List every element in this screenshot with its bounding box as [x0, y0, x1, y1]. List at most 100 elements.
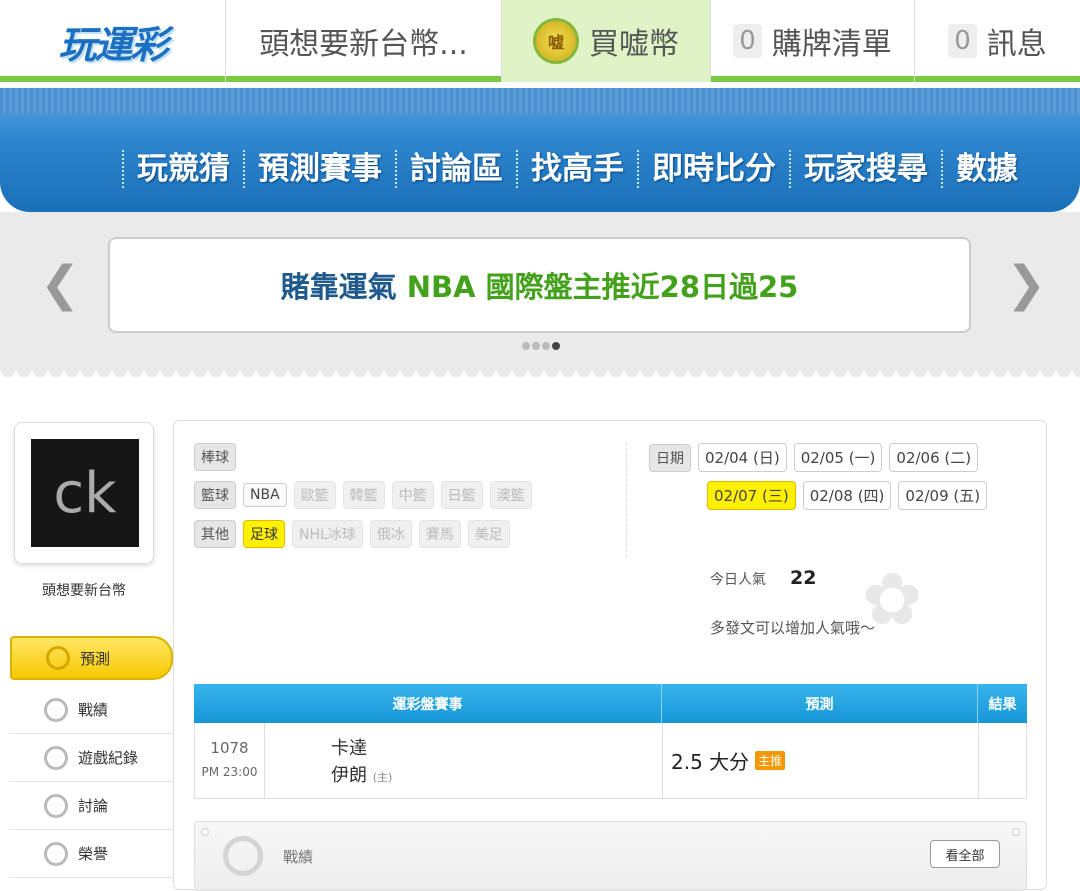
- date-chip-selected[interactable]: 02/07 (三): [707, 481, 796, 510]
- column-header-result: 結果: [988, 696, 1017, 713]
- record-icon: [44, 697, 68, 722]
- main-pick-badge: 主推: [755, 751, 786, 770]
- user-tab-label: 頭想要新台幣...: [259, 27, 468, 62]
- view-all-button[interactable]: 看全部: [930, 840, 1000, 868]
- league-chip-nba[interactable]: NBA: [243, 483, 287, 507]
- match-info: 1078 PM 23:00: [195, 723, 265, 798]
- divider: [626, 443, 627, 557]
- sidebar-item-honor[interactable]: 榮譽: [10, 830, 173, 878]
- target-icon: [223, 836, 263, 876]
- nav-item-forum[interactable]: 討論區: [395, 150, 516, 188]
- nav-item-data[interactable]: 數據: [941, 150, 1031, 188]
- match-time: PM 23:00: [201, 765, 258, 779]
- league-chip: 賽馬: [418, 520, 461, 548]
- cart-label: 購牌清單: [771, 27, 892, 62]
- date-row-2: 02/07 (三) 02/08 (四) 02/09 (五): [707, 481, 994, 510]
- star-icon: [44, 841, 68, 866]
- sidebar-item-label: 預測: [80, 649, 111, 668]
- nav-item-guess[interactable]: 玩競猜: [122, 150, 243, 188]
- pin-icon: [1012, 828, 1020, 836]
- sidebar-item-label: 討論: [78, 797, 109, 815]
- nav-item-predict[interactable]: 預測賽事: [243, 150, 395, 188]
- league-chip: 中籃: [391, 481, 434, 509]
- home-team: 伊朗: [331, 765, 367, 786]
- column-header-prediction: 預測: [662, 684, 978, 723]
- sidebar-item-predict[interactable]: 預測: [10, 636, 173, 680]
- popularity-label: 今日人氣: [710, 572, 766, 588]
- match-teams: 卡達 伊朗 (主): [265, 723, 663, 798]
- prediction-panel: 棒球 籃球 NBA 歐籃 韓籃 中籃 日籃 澳籃 其他 足球 NHL冰球 俄冰 …: [173, 420, 1047, 891]
- category-label-baseball[interactable]: 棒球: [194, 443, 236, 471]
- chevron-left-icon[interactable]: ❮: [40, 256, 80, 312]
- away-team: 卡達: [331, 738, 367, 759]
- carousel-dot[interactable]: [532, 342, 540, 350]
- date-label: 日期: [649, 443, 691, 472]
- league-chip: 美足: [467, 520, 510, 548]
- category-row-other: 其他 足球 NHL冰球 俄冰 賽馬 美足: [194, 520, 517, 548]
- avatar-frame: ck: [14, 422, 154, 564]
- date-chip[interactable]: 02/08 (四): [802, 481, 892, 510]
- messages-tab[interactable]: 0 訊息: [915, 0, 1080, 82]
- date-chip[interactable]: 02/05 (一): [793, 443, 883, 472]
- result-cell: [979, 723, 1026, 798]
- banner-slide[interactable]: 賭靠運氣 NBA 國際盤主推近28日過25: [108, 237, 971, 333]
- nav-item-player-search[interactable]: 玩家搜尋: [789, 150, 941, 188]
- avatar[interactable]: ck: [31, 439, 139, 547]
- sidebar-item-record[interactable]: 戰績: [10, 686, 173, 734]
- cart-count-badge: 0: [733, 24, 762, 58]
- sidebar-item-history[interactable]: 遊戲紀錄: [10, 734, 173, 782]
- messages-label: 訊息: [986, 27, 1047, 62]
- league-chip: 俄冰: [369, 520, 412, 548]
- buy-coin-label: 買嘘幣: [589, 27, 679, 62]
- match-number: 1078: [210, 739, 249, 757]
- sidebar-item-discuss[interactable]: 討論: [10, 782, 173, 830]
- logo-text: 玩運彩: [58, 22, 168, 67]
- date-chip[interactable]: 02/06 (二): [889, 443, 979, 472]
- chevron-right-icon[interactable]: ❯: [1006, 256, 1046, 312]
- carousel-dot[interactable]: [522, 342, 530, 350]
- coin-icon: 嘘: [533, 18, 579, 64]
- main-nav-band: 玩競猜 預測賽事 討論區 找高手 即時比分 玩家搜尋 數據: [0, 88, 1080, 212]
- popularity-value: 22: [790, 567, 817, 589]
- top-bar: 玩運彩 頭想要新台幣... 嘘 買嘘幣 0 購牌清單 0 訊息: [0, 0, 1080, 82]
- league-chip: 澳籃: [489, 481, 532, 509]
- prediction-cell: 2.5 大分 主推: [663, 723, 979, 798]
- mascot-watermark-icon: ✿: [862, 557, 923, 641]
- sidebar-item-label: 戰績: [78, 701, 109, 719]
- record-section: 戰績 看全部: [194, 821, 1027, 891]
- target-icon: [46, 646, 70, 670]
- buy-coin-tab[interactable]: 嘘 買嘘幣: [502, 0, 711, 82]
- coin-icon-label: 嘘: [547, 33, 564, 52]
- league-chip: 歐籃: [293, 481, 336, 509]
- wave-divider: [0, 370, 1080, 388]
- category-row-baseball: 棒球: [194, 443, 243, 471]
- user-tab[interactable]: 頭想要新台幣...: [226, 0, 502, 82]
- category-label-other: 其他: [194, 520, 236, 548]
- banner-carousel: ❮ 賭靠運氣 NBA 國際盤主推近28日過25 ❯: [0, 212, 1080, 387]
- date-chip[interactable]: 02/09 (五): [898, 481, 988, 510]
- site-logo[interactable]: 玩運彩: [0, 0, 226, 82]
- record-label: 戰績: [283, 848, 314, 866]
- date-chip[interactable]: 02/04 (日): [698, 443, 787, 472]
- banner-text-part2: NBA 國際盤主推近28日過25: [406, 270, 799, 304]
- carousel-dot-active[interactable]: [552, 342, 560, 350]
- message-count-badge: 0: [948, 24, 977, 58]
- league-chip: NHL冰球: [292, 520, 363, 548]
- carousel-dots: [522, 342, 560, 350]
- prediction-table: 運彩盤賽事 預測 結果 1078 PM 23:00 卡達 伊朗 (主) 2.5 …: [194, 684, 1027, 799]
- discuss-icon: [44, 793, 68, 818]
- profile-username: 頭想要新台幣: [42, 583, 126, 599]
- column-header-match: 運彩盤賽事: [194, 684, 662, 723]
- carousel-dot[interactable]: [542, 342, 550, 350]
- avatar-text: ck: [53, 460, 117, 526]
- sidebar-item-label: 遊戲紀錄: [78, 749, 139, 767]
- nav-item-experts[interactable]: 找高手: [516, 150, 637, 188]
- cart-tab[interactable]: 0 購牌清單: [711, 0, 915, 82]
- sidebar-item-label: 榮譽: [78, 845, 109, 863]
- category-label-basketball: 籃球: [194, 481, 236, 509]
- table-row: 1078 PM 23:00 卡達 伊朗 (主) 2.5 大分 主推: [194, 723, 1027, 799]
- nav-item-live-score[interactable]: 即時比分: [637, 150, 789, 188]
- date-row-1: 日期 02/04 (日) 02/05 (一) 02/06 (二): [649, 443, 985, 472]
- banner-text-part1: 賭靠運氣: [280, 270, 397, 304]
- league-chip-soccer-selected[interactable]: 足球: [243, 520, 285, 548]
